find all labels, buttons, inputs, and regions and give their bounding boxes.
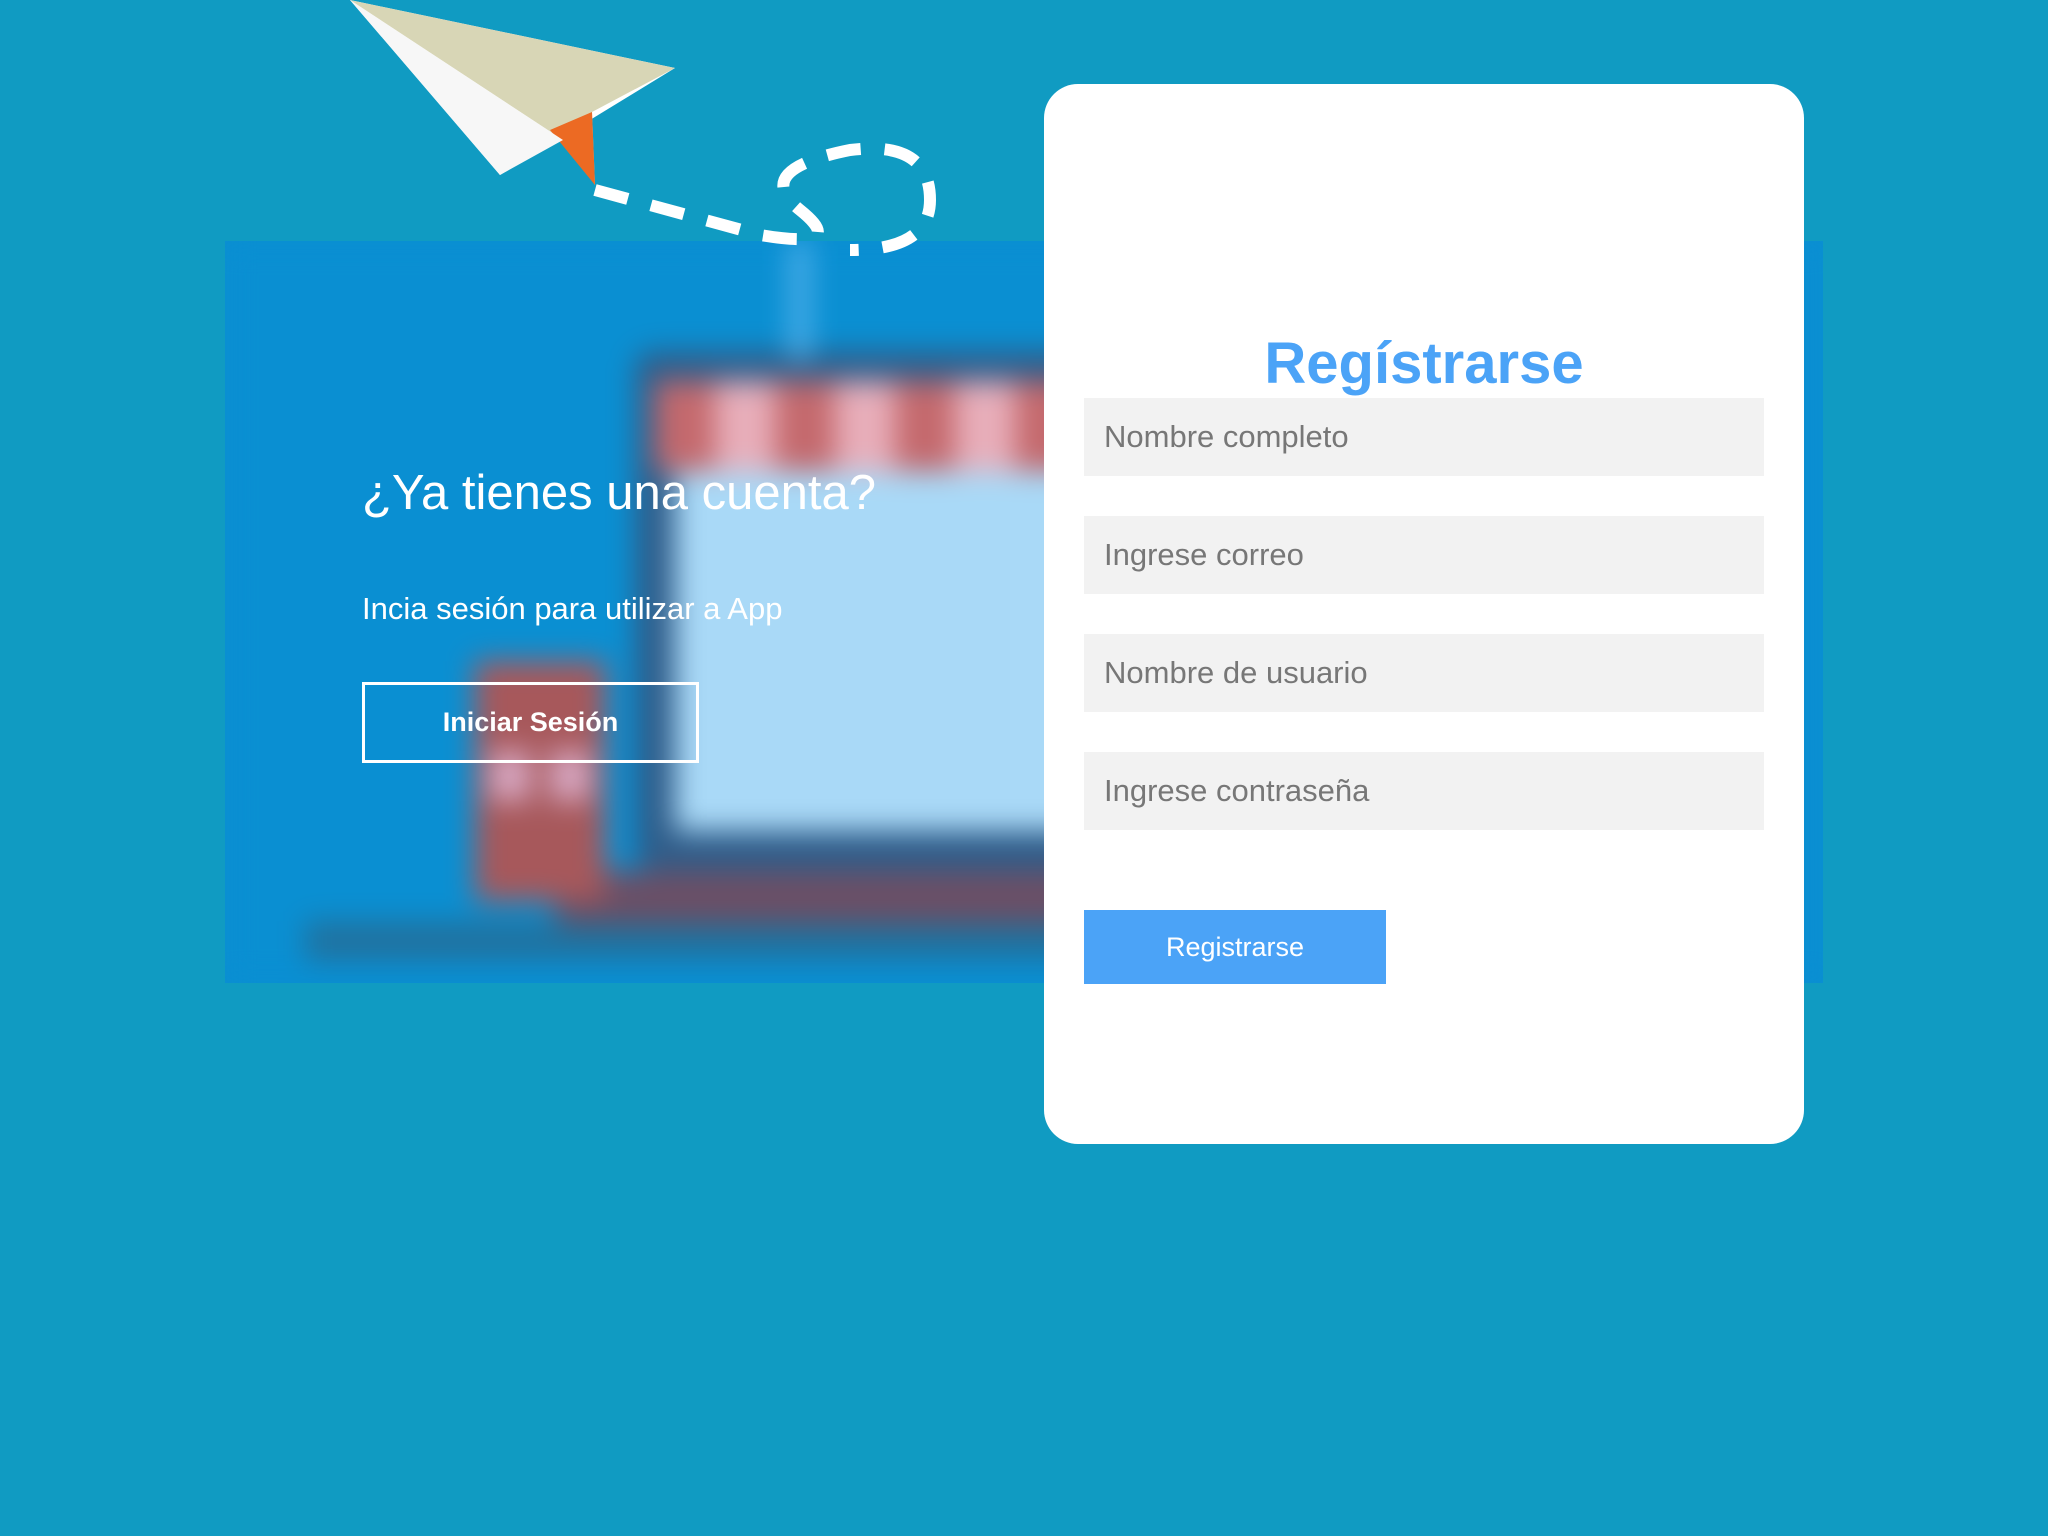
username-input[interactable]: Nombre de usuario (1084, 634, 1764, 712)
password-input[interactable]: Ingrese contraseña (1084, 752, 1764, 830)
fullname-input[interactable]: Nombre completo (1084, 398, 1764, 476)
register-title: Regístrarse (1264, 331, 1584, 396)
login-button[interactable]: Iniciar Sesión (362, 682, 699, 763)
hero-subtitle: Incia sesión para utilizar a App (362, 591, 783, 626)
hero-text-block: ¿Ya tienes una cuenta? Incia sesión para… (362, 455, 876, 629)
paper-plane-icon (350, 0, 937, 256)
hero-title: ¿Ya tienes una cuenta? (362, 466, 876, 520)
email-input[interactable]: Ingrese correo (1084, 516, 1764, 594)
register-card: Regístrarse Nombre completo Ingrese corr… (1044, 84, 1804, 1144)
register-button[interactable]: Registrarse (1084, 910, 1386, 984)
